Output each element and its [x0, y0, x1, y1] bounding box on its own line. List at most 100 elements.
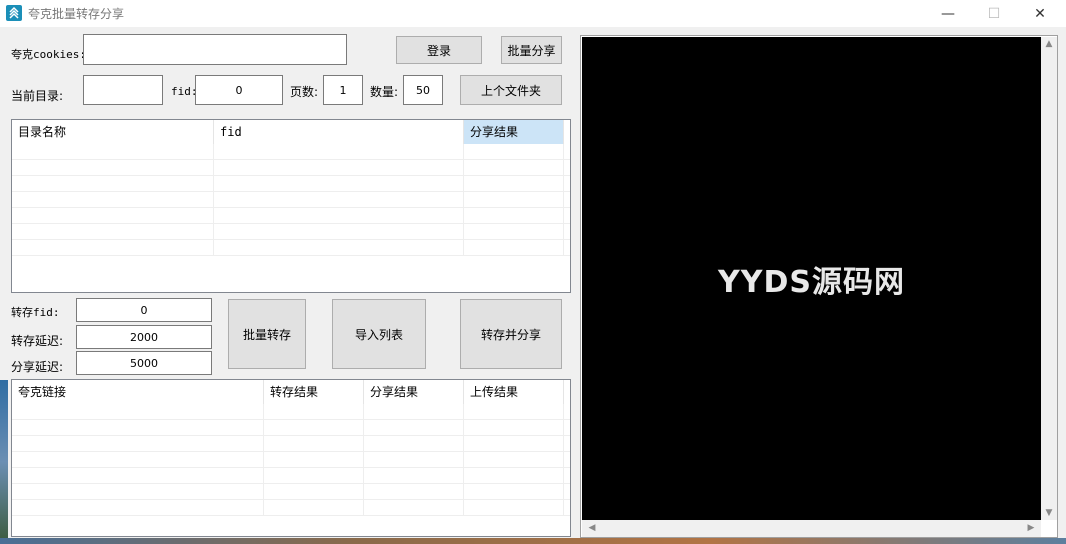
- column-header-dir-name[interactable]: 目录名称: [12, 120, 214, 144]
- table-cell: [464, 500, 564, 516]
- table-cell: [12, 208, 214, 224]
- table-cell: [214, 192, 464, 208]
- table-cell: [12, 404, 264, 420]
- table-row[interactable]: [12, 240, 570, 256]
- fid-input[interactable]: 0: [195, 75, 283, 105]
- transfer-fid-label: 转存fid:: [11, 306, 60, 319]
- table-cell: [12, 160, 214, 176]
- desktop-background-left: [0, 380, 8, 544]
- table-cell: [214, 144, 464, 160]
- scroll-down-icon[interactable]: ▼: [1041, 508, 1057, 518]
- scroll-right-icon[interactable]: ▶: [1023, 523, 1039, 533]
- table-cell: [464, 144, 564, 160]
- table-cell: [464, 176, 564, 192]
- current-dir-input[interactable]: [83, 75, 163, 105]
- table-cell: [264, 452, 364, 468]
- table-cell: [464, 208, 564, 224]
- table-row[interactable]: [12, 144, 570, 160]
- fid-label: fid:: [171, 85, 198, 98]
- cookies-label: 夸克cookies:: [11, 48, 86, 61]
- link-list-rows: [12, 404, 570, 536]
- scroll-left-icon[interactable]: ◀: [584, 523, 600, 533]
- table-cell: [464, 420, 564, 436]
- table-cell: [364, 468, 464, 484]
- transfer-fid-input[interactable]: 0: [76, 298, 212, 322]
- window-title: 夸克批量转存分享: [28, 7, 125, 21]
- table-cell: [12, 420, 264, 436]
- table-cell: [12, 176, 214, 192]
- table-row[interactable]: [12, 160, 570, 176]
- table-row[interactable]: [12, 224, 570, 240]
- table-cell: [364, 404, 464, 420]
- directory-list-rows: [12, 144, 570, 292]
- table-row[interactable]: [12, 404, 570, 420]
- link-list[interactable]: 夸克链接 转存结果 分享结果 上传结果: [11, 379, 571, 537]
- share-delay-input[interactable]: 5000: [76, 351, 212, 375]
- table-row[interactable]: [12, 468, 570, 484]
- count-label: 数量:: [370, 85, 399, 99]
- directory-list[interactable]: 目录名称 fid 分享结果: [11, 119, 571, 293]
- count-input[interactable]: 50: [403, 75, 443, 105]
- horizontal-scrollbar[interactable]: ◀ ▶: [582, 520, 1041, 537]
- table-row[interactable]: [12, 452, 570, 468]
- table-cell: [12, 452, 264, 468]
- vertical-scrollbar[interactable]: ▲ ▼: [1041, 37, 1057, 520]
- table-cell: [264, 420, 364, 436]
- scroll-up-icon[interactable]: ▲: [1041, 39, 1057, 49]
- table-cell: [12, 468, 264, 484]
- table-cell: [264, 468, 364, 484]
- table-cell: [464, 224, 564, 240]
- table-cell: [214, 240, 464, 256]
- link-list-header: 夸克链接 转存结果 分享结果 上传结果: [12, 380, 564, 404]
- close-icon: ✕: [1034, 5, 1046, 22]
- table-row[interactable]: [12, 420, 570, 436]
- title-bar[interactable]: 夸克批量转存分享 — ☐ ✕: [0, 0, 1066, 27]
- column-header-upload-result[interactable]: 上传结果: [464, 380, 564, 404]
- table-cell: [214, 224, 464, 240]
- batch-transfer-button[interactable]: 批量转存: [228, 299, 306, 369]
- share-delay-label: 分享延迟:: [11, 360, 64, 374]
- current-dir-label: 当前目录:: [11, 89, 64, 103]
- table-cell: [464, 192, 564, 208]
- column-header-fid[interactable]: fid: [214, 120, 464, 144]
- table-cell: [364, 484, 464, 500]
- parent-folder-button[interactable]: 上个文件夹: [460, 75, 562, 105]
- table-cell: [214, 176, 464, 192]
- table-cell: [12, 500, 264, 516]
- column-header-transfer-result[interactable]: 转存结果: [264, 380, 364, 404]
- table-cell: [364, 452, 464, 468]
- table-row[interactable]: [12, 484, 570, 500]
- table-row[interactable]: [12, 208, 570, 224]
- transfer-and-share-button[interactable]: 转存并分享: [460, 299, 562, 369]
- import-list-button[interactable]: 导入列表: [332, 299, 426, 369]
- batch-share-button[interactable]: 批量分享: [501, 36, 562, 64]
- login-button[interactable]: 登录: [396, 36, 482, 64]
- browser-pane[interactable]: YYDS源码网 ▲ ▼ ◀ ▶: [580, 35, 1058, 538]
- table-cell: [264, 404, 364, 420]
- column-header-share-result[interactable]: 分享结果: [464, 120, 564, 144]
- table-cell: [464, 452, 564, 468]
- maximize-button[interactable]: ☐: [971, 0, 1017, 27]
- browser-viewport[interactable]: YYDS源码网: [582, 37, 1041, 520]
- table-cell: [12, 436, 264, 452]
- table-row[interactable]: [12, 500, 570, 516]
- column-header-link-share-result[interactable]: 分享结果: [364, 380, 464, 404]
- table-cell: [264, 436, 364, 452]
- minimize-button[interactable]: —: [925, 0, 971, 27]
- table-row[interactable]: [12, 436, 570, 452]
- table-cell: [364, 500, 464, 516]
- desktop-background-bottom: [0, 538, 1066, 544]
- table-row[interactable]: [12, 192, 570, 208]
- table-cell: [264, 500, 364, 516]
- watermark-text: YYDS源码网: [718, 264, 905, 300]
- table-row[interactable]: [12, 176, 570, 192]
- pages-input[interactable]: 1: [323, 75, 363, 105]
- transfer-delay-input[interactable]: 2000: [76, 325, 212, 349]
- cookies-input[interactable]: [83, 34, 347, 65]
- table-cell: [364, 420, 464, 436]
- table-cell: [464, 160, 564, 176]
- close-button[interactable]: ✕: [1017, 0, 1063, 27]
- table-cell: [264, 484, 364, 500]
- column-header-quark-link[interactable]: 夸克链接: [12, 380, 264, 404]
- table-cell: [12, 224, 214, 240]
